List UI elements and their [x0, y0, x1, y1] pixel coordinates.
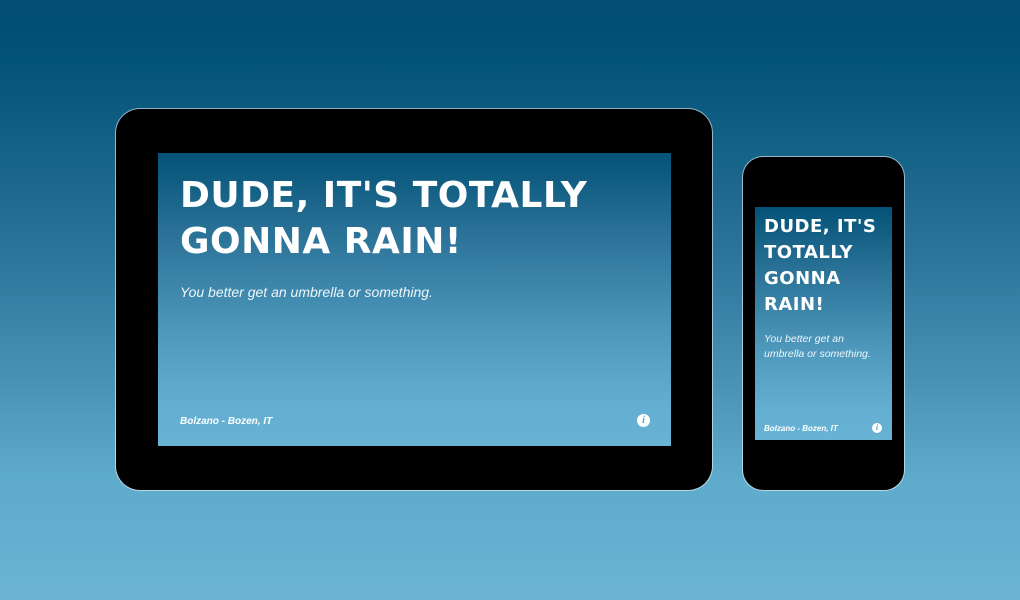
- phone-screen: DUDE, IT'S TOTALLY GONNA RAIN! You bette…: [755, 207, 892, 440]
- info-icon[interactable]: i: [637, 414, 650, 427]
- weather-headline: DUDE, IT'S TOTALLY GONNA RAIN!: [180, 175, 588, 262]
- tablet-screen: DUDE, IT'S TOTALLY GONNA RAIN! You bette…: [158, 153, 671, 446]
- weather-subtitle: You better get an umbrella or something.: [764, 333, 871, 360]
- location-label: Bolzano - Bozen, IT: [764, 424, 838, 433]
- info-icon[interactable]: i: [872, 423, 882, 433]
- tablet-device: DUDE, IT'S TOTALLY GONNA RAIN! You bette…: [116, 109, 712, 490]
- weather-subtitle: You better get an umbrella or something.: [180, 284, 433, 300]
- phone-device: DUDE, IT'S TOTALLY GONNA RAIN! You bette…: [743, 157, 904, 490]
- location-label: Bolzano - Bozen, IT: [180, 416, 273, 427]
- weather-headline: DUDE, IT'S TOTALLY GONNA RAIN!: [764, 216, 877, 315]
